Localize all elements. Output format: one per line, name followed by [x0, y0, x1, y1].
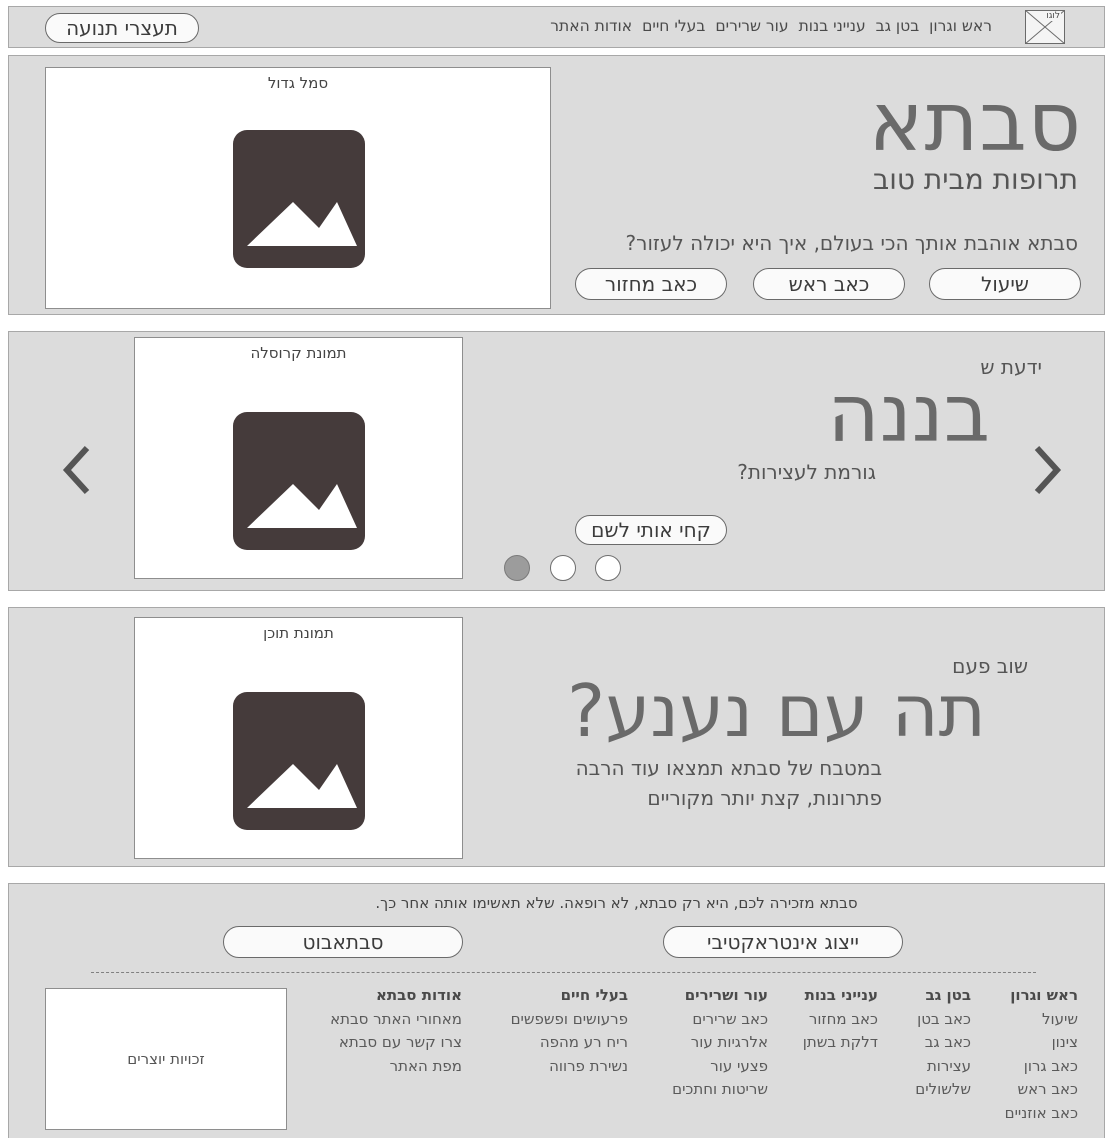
nav-item-skin-muscles[interactable]: עור שרירים: [715, 17, 788, 35]
chevron-left-icon[interactable]: [59, 444, 93, 496]
grandmabot-button[interactable]: סבתאבוט: [223, 926, 463, 958]
footer-col-title[interactable]: בעלי חיים: [511, 984, 628, 1008]
carousel-title: בננה: [827, 367, 990, 460]
nav-item-girls[interactable]: ענייני בנות: [799, 17, 866, 35]
period-pain-button[interactable]: כאב מחזור: [575, 268, 727, 300]
footer-link[interactable]: כאב גרון: [1005, 1055, 1078, 1079]
copyright-box: זכויות יוצרים: [45, 988, 287, 1130]
footer-link[interactable]: שלשולים: [915, 1078, 971, 1102]
footer-col-title[interactable]: עור ושרירים: [672, 984, 768, 1008]
footer-link[interactable]: נשירת פרווה: [511, 1055, 628, 1079]
content-image-caption: תמונת תוכן: [263, 624, 334, 642]
nav-item-about[interactable]: אודות האתר: [550, 17, 632, 35]
footer-link[interactable]: צינון: [1005, 1031, 1078, 1055]
footer-col-belly-back: בטן גב כאב בטן כאב גב עצירות שלשולים: [915, 984, 971, 1102]
feature-section: תמונת תוכן שוב פעם ?תה עם נענע במטבח של …: [8, 607, 1105, 867]
content-image: תמונת תוכן: [134, 617, 463, 859]
headache-button[interactable]: כאב ראש: [753, 268, 905, 300]
feature-line-1: במטבח של סבתא תמצאו עוד הרבה: [575, 756, 882, 780]
footer-link[interactable]: מפת האתר: [330, 1055, 462, 1079]
footer-link[interactable]: כאב בטן: [915, 1008, 971, 1032]
carousel-image-caption: תמונת קרוסלה: [250, 344, 347, 362]
footer-link[interactable]: שיעול: [1005, 1008, 1078, 1032]
footer-col-title[interactable]: אודות סבתא: [330, 984, 462, 1008]
footer-col-title[interactable]: ענייני בנות: [803, 984, 878, 1008]
feature-title: ?תה עם נענע: [567, 669, 986, 753]
nav-item-head-throat[interactable]: ראש וגרון: [929, 17, 992, 35]
footer-link[interactable]: פרעושים ופשפשים: [511, 1008, 628, 1032]
footer-link[interactable]: כאב מחזור: [803, 1008, 878, 1032]
main-nav: ראש וגרון בטן גב ענייני בנות עור שרירים …: [550, 17, 992, 35]
stop-motion-button[interactable]: תעצרי תנועה: [45, 13, 199, 43]
footer-link[interactable]: כאב גב: [915, 1031, 971, 1055]
logo[interactable]: לוגו: [1025, 10, 1065, 44]
image-placeholder-icon: [233, 130, 365, 268]
footer-link[interactable]: ריח רע מהפה: [511, 1031, 628, 1055]
carousel-section: תמונת קרוסלה ידעת ש בננה ?גורמת לעצירות …: [8, 331, 1105, 591]
footer-link[interactable]: אלרגיות עור: [672, 1031, 768, 1055]
copyright-text: זכויות יוצרים: [127, 1050, 205, 1068]
logo-label: לוגו: [1045, 11, 1061, 21]
footer-col-animals: בעלי חיים פרעושים ופשפשים ריח רע מהפה נש…: [511, 984, 628, 1078]
hero-image: סמל גדול: [45, 67, 551, 309]
footer-col-title[interactable]: בטן גב: [915, 984, 971, 1008]
footer-link[interactable]: צרו קשר עם סבתא: [330, 1031, 462, 1055]
footer-disclaimer: .סבתא מזכירה לכם, היא רק סבתא, לא רופאה.…: [375, 894, 858, 912]
take-me-there-button[interactable]: קחי אותי לשם: [575, 515, 727, 545]
footer-link[interactable]: עצירות: [915, 1055, 971, 1079]
footer-link[interactable]: מאחורי האתר סבתא: [330, 1008, 462, 1032]
nav-item-animals[interactable]: בעלי חיים: [642, 17, 705, 35]
footer-link[interactable]: שריטות וחתכים: [672, 1078, 768, 1102]
carousel-image: תמונת קרוסלה: [134, 337, 463, 579]
chevron-right-icon[interactable]: [1031, 444, 1065, 496]
nav-item-belly-back[interactable]: בטן גב: [876, 17, 920, 35]
footer-link[interactable]: כאב אוזניים: [1005, 1102, 1078, 1126]
image-placeholder-icon: [233, 412, 365, 550]
feature-line-2: פתרונות, קצת יותר מקוריים: [647, 786, 882, 810]
top-navbar: לוגו ראש וגרון בטן גב ענייני בנות עור שר…: [8, 6, 1105, 48]
footer-link[interactable]: כאב ראש: [1005, 1078, 1078, 1102]
image-placeholder-icon: [233, 692, 365, 830]
carousel-dot-3[interactable]: [595, 555, 621, 581]
carousel-text: ?גורמת לעצירות: [737, 460, 876, 484]
footer-link[interactable]: דלקת בשתן: [803, 1031, 878, 1055]
hero-section: סמל גדול סבתא תרופות מבית טוב ?סבתא אוהב…: [8, 55, 1105, 315]
interactive-demo-button[interactable]: ייצוג אינטראקטיבי: [663, 926, 903, 958]
footer-col-about: אודות סבתא מאחורי האתר סבתא צרו קשר עם ס…: [330, 984, 462, 1078]
footer-col-head-throat: ראש וגרון שיעול צינון כאב גרון כאב ראש כ…: [1005, 984, 1078, 1125]
cough-button[interactable]: שיעול: [929, 268, 1081, 300]
hero-image-caption: סמל גדול: [267, 74, 329, 92]
footer-divider: [91, 972, 1036, 973]
carousel-dot-2[interactable]: [550, 555, 576, 581]
hero-subtitle: תרופות מבית טוב: [873, 163, 1078, 196]
footer-col-girls: ענייני בנות כאב מחזור דלקת בשתן: [803, 984, 878, 1055]
footer-col-title[interactable]: ראש וגרון: [1005, 984, 1078, 1008]
hero-question: ?סבתא אוהבת אותך הכי בעולם, איך היא יכול…: [625, 231, 1078, 255]
footer-link[interactable]: פצעי עור: [672, 1055, 768, 1079]
hero-title: סבתא: [868, 75, 1082, 170]
carousel-dot-1[interactable]: [504, 555, 530, 581]
footer-col-skin-muscles: עור ושרירים כאב שרירים אלרגיות עור פצעי …: [672, 984, 768, 1102]
footer-link[interactable]: כאב שרירים: [672, 1008, 768, 1032]
